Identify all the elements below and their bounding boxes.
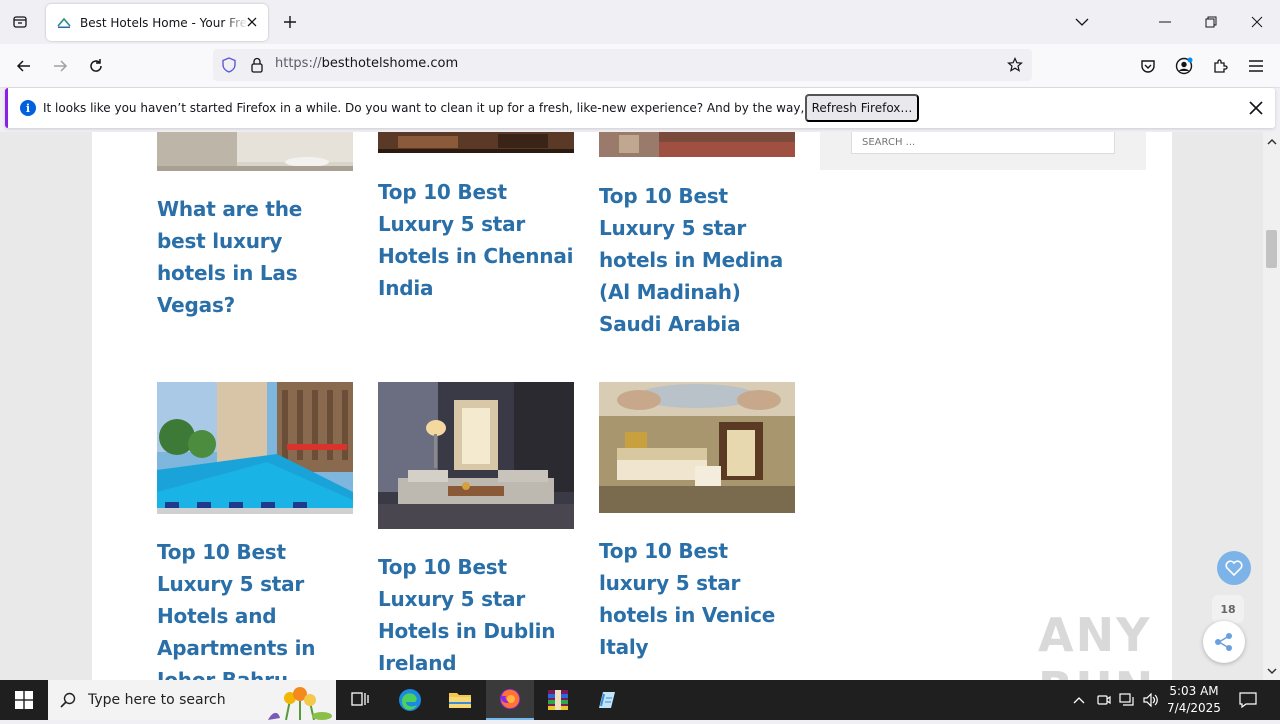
post-thumbnail[interactable] [599, 382, 795, 513]
taskbar-clock[interactable]: 5:03 AM 7/4/2025 [1162, 683, 1226, 717]
post-card-medina[interactable]: Top 10 Best Luxury 5 star hotels in Medi… [599, 132, 795, 340]
scroll-up-arrow-icon[interactable] [1266, 135, 1277, 147]
post-title-link[interactable]: Top 10 Best Luxury 5 star Hotels in Dubl… [378, 551, 574, 679]
notification-message: It looks like you haven’t started Firefo… [43, 101, 899, 115]
network-icon[interactable] [1116, 680, 1138, 720]
like-heart-button[interactable] [1217, 551, 1251, 585]
post-title-link[interactable]: Top 10 Best Luxury 5 star hotels in Medi… [599, 180, 795, 340]
account-icon[interactable] [1170, 52, 1198, 80]
post-card-venice[interactable]: Top 10 Best luxury 5 star hotels in Veni… [599, 382, 795, 663]
scrollbar-thumb[interactable] [1266, 230, 1277, 268]
active-tab[interactable]: Best Hotels Home - Your Free Travel Guid… [46, 4, 268, 41]
lock-icon[interactable] [249, 57, 265, 73]
winrar-archive-icon[interactable] [534, 680, 582, 720]
share-button[interactable] [1203, 621, 1245, 663]
page-content: What are the best luxury hotels in Las V… [92, 132, 1172, 680]
post-card-las-vegas[interactable]: What are the best luxury hotels in Las V… [157, 132, 353, 321]
clock-time: 5:03 AM [1169, 684, 1219, 698]
tracking-protection-shield-icon[interactable] [221, 57, 237, 73]
notification-center-icon[interactable] [1232, 680, 1264, 720]
clock-date: 7/4/2025 [1167, 701, 1221, 715]
notepad-pen-icon[interactable] [582, 680, 630, 720]
post-title-link[interactable]: Top 10 Best Luxury 5 star Hotels and Apa… [157, 536, 353, 680]
page-viewport: What are the best luxury hotels in Las V… [0, 132, 1263, 680]
close-window-icon[interactable] [1234, 0, 1280, 44]
extensions-puzzle-icon[interactable] [1206, 52, 1234, 80]
new-tab-icon[interactable] [278, 10, 302, 34]
refresh-firefox-button[interactable]: Refresh Firefox… [805, 94, 919, 122]
meet-now-icon[interactable] [1093, 680, 1115, 720]
back-arrow-icon[interactable] [10, 52, 38, 80]
taskbar-search-box[interactable]: Type here to search [48, 680, 336, 721]
taskbar-search-placeholder: Type here to search [88, 692, 226, 708]
site-favicon-icon [56, 15, 72, 31]
tab-close-icon[interactable] [244, 14, 260, 30]
tab-title: Best Hotels Home - Your Free Travel Guid… [80, 15, 248, 30]
post-thumbnail[interactable] [599, 132, 795, 157]
post-thumbnail[interactable] [157, 132, 353, 171]
reload-icon[interactable] [82, 52, 110, 80]
notification-close-icon[interactable] [1247, 99, 1265, 117]
post-thumbnail[interactable] [157, 382, 353, 514]
bookmark-star-icon[interactable] [1007, 57, 1023, 73]
list-all-tabs-chevron-icon[interactable] [1059, 0, 1105, 44]
windows-taskbar: Type here to search 5:03 AM 7/4/2025 [0, 680, 1280, 721]
search-highlight-flowers-icon [266, 682, 334, 724]
show-hidden-icons-chevron-icon[interactable] [1068, 680, 1090, 720]
task-view-icon[interactable] [336, 680, 384, 720]
navigation-toolbar: https://besthotelshome.com [0, 44, 1280, 88]
refresh-firefox-notification: i It looks like you haven’t started Fire… [5, 88, 1275, 128]
post-card-chennai[interactable]: Top 10 Best Luxury 5 star Hotels in Chen… [378, 132, 574, 304]
forward-arrow-icon[interactable] [46, 52, 74, 80]
search-magnifier-icon [60, 692, 76, 712]
minimize-icon[interactable] [1142, 0, 1188, 44]
post-card-johor-bahru[interactable]: Top 10 Best Luxury 5 star Hotels and Apa… [157, 382, 353, 680]
sidebar-search-input[interactable] [851, 132, 1115, 154]
post-thumbnail[interactable] [378, 382, 574, 529]
pocket-icon[interactable] [1134, 52, 1162, 80]
page-scrollbar[interactable] [1263, 132, 1280, 680]
post-title-link[interactable]: Top 10 Best Luxury 5 star Hotels in Chen… [378, 176, 574, 304]
post-thumbnail[interactable] [378, 132, 574, 153]
tab-bar: Best Hotels Home - Your Free Travel Guid… [0, 0, 1280, 44]
volume-icon[interactable] [1140, 680, 1162, 720]
sidebar-search-widget [820, 132, 1146, 170]
scroll-down-arrow-icon[interactable] [1266, 665, 1277, 677]
url-text[interactable]: https://besthotelshome.com [275, 56, 458, 71]
post-title-link[interactable]: Top 10 Best luxury 5 star hotels in Veni… [599, 535, 795, 663]
post-card-dublin[interactable]: Top 10 Best Luxury 5 star Hotels in Dubl… [378, 382, 574, 679]
post-title-link[interactable]: What are the best luxury hotels in Las V… [157, 193, 353, 321]
edge-browser-icon[interactable] [386, 680, 434, 720]
windows-start-icon[interactable] [0, 680, 48, 720]
tab-list-icon[interactable] [6, 9, 34, 35]
info-icon: i [20, 100, 36, 116]
hamburger-menu-icon[interactable] [1242, 52, 1270, 80]
firefox-taskbar-icon[interactable] [486, 680, 534, 720]
address-bar[interactable]: https://besthotelshome.com [213, 49, 1032, 81]
restore-icon[interactable] [1188, 0, 1234, 44]
file-explorer-icon[interactable] [436, 680, 484, 720]
